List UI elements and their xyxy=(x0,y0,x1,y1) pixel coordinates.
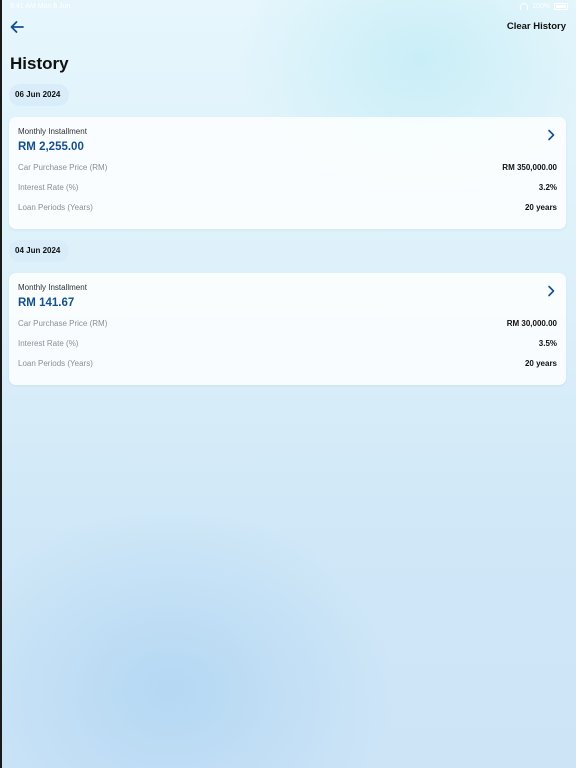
installment-amount: RM 141.67 xyxy=(18,297,75,309)
installment-amount: RM 2,255.00 xyxy=(18,141,84,153)
date-chip: 04 Jun 2024 xyxy=(9,240,70,262)
detail-value: 20 years xyxy=(524,358,557,368)
detail-label: Interest Rate (%) xyxy=(18,338,79,348)
detail-value: 3.2% xyxy=(538,182,557,192)
status-indicators: 100% xyxy=(520,2,568,10)
history-card[interactable]: Monthly Installment RM 2,255.00 Car Purc… xyxy=(9,117,566,229)
status-time: 9:41 AM Mon 6 Jun xyxy=(10,2,71,10)
history-card[interactable]: Monthly Installment RM 141.67 Car Purcha… xyxy=(9,273,566,385)
detail-row: Loan Periods (Years) 20 years xyxy=(18,197,557,217)
detail-row: Loan Periods (Years) 20 years xyxy=(18,353,557,373)
status-bar: 9:41 AM Mon 6 Jun 100% xyxy=(0,0,576,12)
back-button[interactable] xyxy=(8,18,26,36)
detail-label: Interest Rate (%) xyxy=(18,182,79,192)
installment-label: Monthly Installment xyxy=(18,127,87,136)
detail-row: Interest Rate (%) 3.2% xyxy=(18,177,557,197)
detail-label: Loan Periods (Years) xyxy=(18,358,93,368)
detail-label: Loan Periods (Years) xyxy=(18,202,93,212)
installment-label: Monthly Installment xyxy=(18,283,87,292)
wifi-icon xyxy=(520,2,529,10)
arrow-left-icon xyxy=(10,21,24,33)
date-chip: 06 Jun 2024 xyxy=(9,84,70,106)
detail-label: Car Purchase Price (RM) xyxy=(18,162,108,172)
battery-icon xyxy=(554,2,568,10)
page-title: History xyxy=(10,54,69,73)
detail-label: Car Purchase Price (RM) xyxy=(18,318,108,328)
detail-row: Interest Rate (%) 3.5% xyxy=(18,333,557,353)
battery-percent: 100% xyxy=(532,2,550,10)
clear-history-button[interactable]: Clear History xyxy=(507,21,566,32)
detail-row: Car Purchase Price (RM) RM 350,000.00 xyxy=(18,157,557,177)
detail-value: RM 350,000.00 xyxy=(502,162,557,172)
detail-row: Car Purchase Price (RM) RM 30,000.00 xyxy=(18,313,557,333)
detail-value: RM 30,000.00 xyxy=(506,318,557,328)
screen-edge xyxy=(0,0,2,768)
detail-value: 20 years xyxy=(524,202,557,212)
detail-value: 3.5% xyxy=(538,338,557,348)
top-bar: Clear History xyxy=(0,16,576,40)
chevron-right-icon[interactable] xyxy=(546,129,556,141)
chevron-right-icon[interactable] xyxy=(546,285,556,297)
